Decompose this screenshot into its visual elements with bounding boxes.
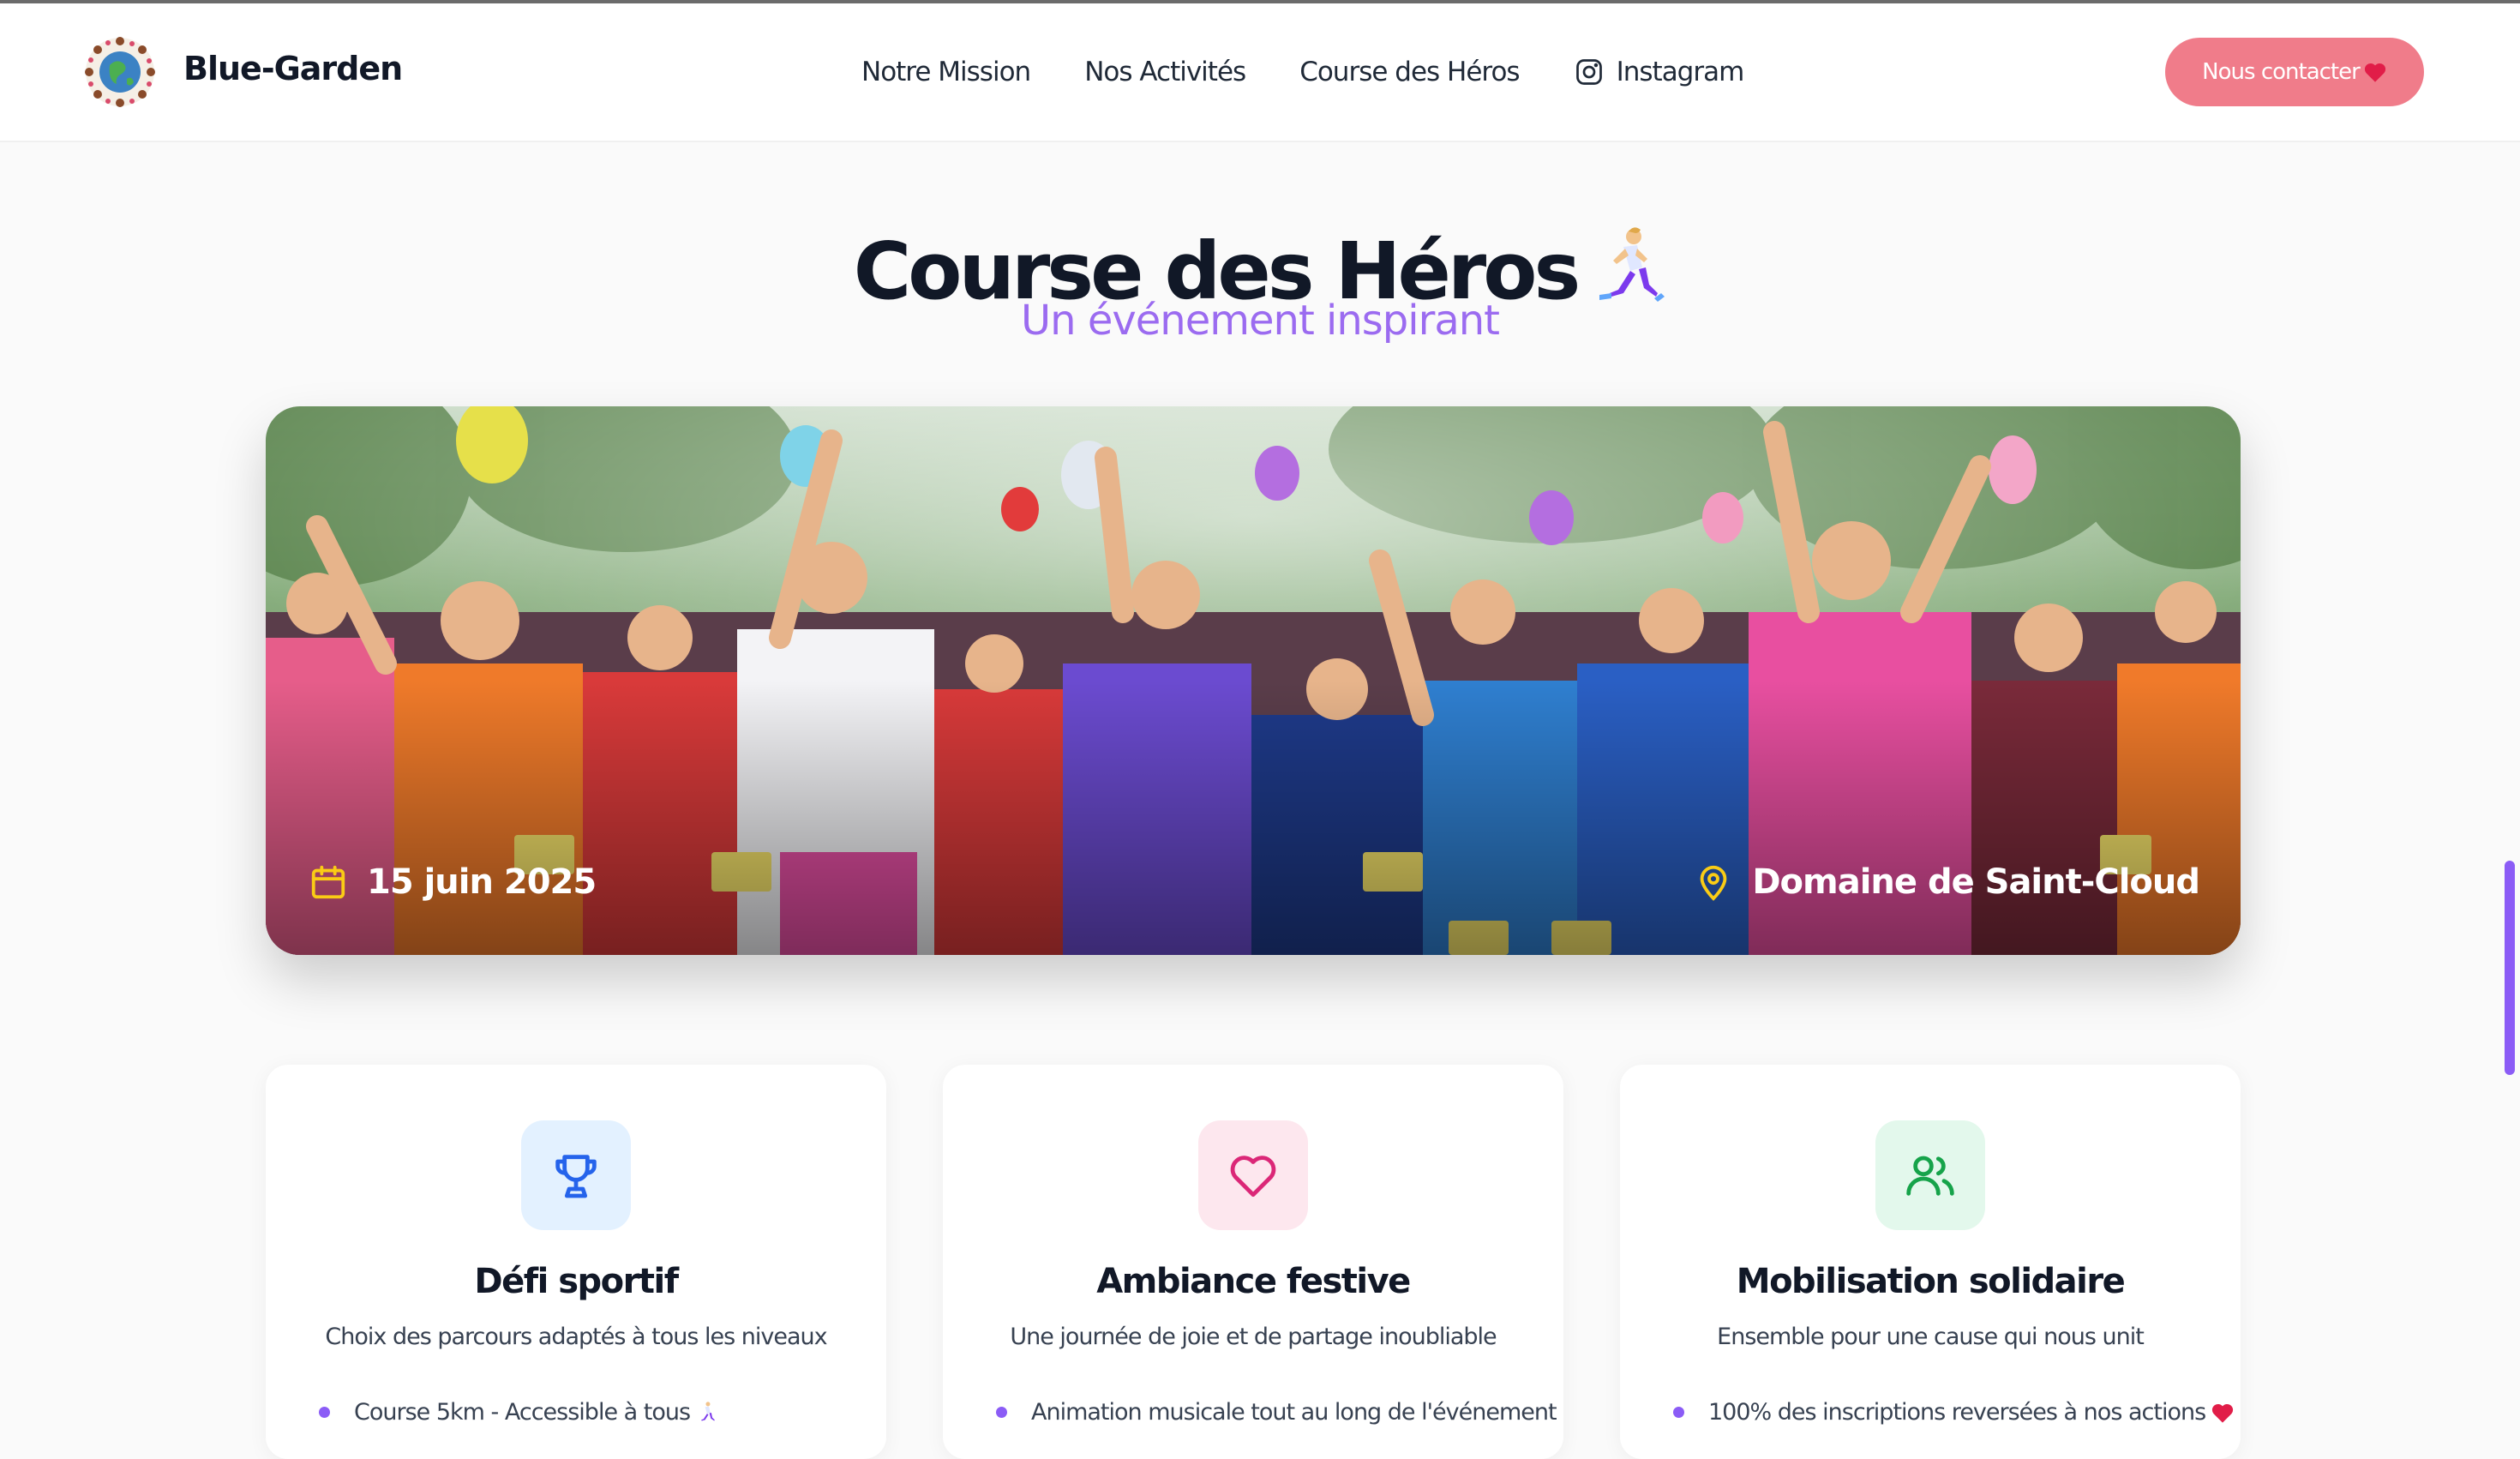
event-location: Domaine de Saint-Cloud <box>1694 862 2200 902</box>
feature-title: Mobilisation solidaire <box>1736 1262 2126 1301</box>
page-scrollbar[interactable] <box>2505 861 2515 1075</box>
feature-bullet: 100% des inscriptions reversées à nos ac… <box>1673 1399 2234 1426</box>
feature-bullet-text: Course 5km - Accessible à tous <box>354 1399 691 1426</box>
heart-icon <box>2363 61 2387 83</box>
feature-bullet: Course 5km - Accessible à tous <box>319 1399 867 1426</box>
heart-icon <box>2211 1402 2235 1424</box>
map-pin-icon <box>1701 865 1727 901</box>
instagram-icon <box>1574 57 1605 87</box>
feature-description: Ensemble pour une cause qui nous unit <box>1717 1324 2145 1350</box>
feature-description: Choix des parcours adaptés à tous les ni… <box>325 1324 827 1350</box>
feature-title: Ambiance festive <box>1096 1262 1411 1301</box>
hero-banner: 15 juin 2025 Domaine de Saint-Cloud <box>266 406 2241 955</box>
feature-bullet-text: 100% des inscriptions reversées à nos ac… <box>1708 1399 2206 1426</box>
runner-icon <box>695 1401 717 1425</box>
bullet-dot <box>319 1407 330 1418</box>
trophy-icon <box>521 1120 631 1230</box>
nav-course-des-heros[interactable]: Course des Héros <box>1299 57 1520 87</box>
brand-name[interactable]: Blue-Garden <box>183 50 403 87</box>
contact-button-label: Nous contacter <box>2202 59 2361 85</box>
feature-title: Défi sportif <box>474 1262 679 1301</box>
nav-instagram-label: Instagram <box>1616 57 1745 87</box>
feature-card-ambiance-festive: Ambiance festive Une journée de joie et … <box>943 1065 1563 1459</box>
nav-instagram[interactable]: Instagram <box>1574 57 1744 87</box>
feature-bullet-text: Animation musicale tout au long de l'évé… <box>1031 1399 1557 1426</box>
feature-description: Une journée de joie et de partage inoubl… <box>1010 1324 1497 1350</box>
heart-icon <box>1198 1120 1308 1230</box>
nav-notre-mission[interactable]: Notre Mission <box>861 57 1031 87</box>
nav-nos-activites[interactable]: Nos Activités <box>1084 57 1246 87</box>
event-date-text: 15 juin 2025 <box>367 862 597 902</box>
calendar-icon <box>311 865 345 899</box>
page-subtitle: Un événement inspirant <box>1021 297 1500 345</box>
navbar: Blue-Garden Notre Mission Nos Activités … <box>0 3 2520 142</box>
bullet-dot <box>1673 1407 1684 1418</box>
bullet-dot <box>996 1407 1007 1418</box>
feature-card-defi-sportif: Défi sportif Choix des parcours adaptés … <box>266 1065 886 1459</box>
contact-button[interactable]: Nous contacter <box>2165 38 2424 106</box>
logo-icon[interactable] <box>84 36 156 108</box>
users-icon <box>1875 1120 1985 1230</box>
feature-bullet: Animation musicale tout au long de l'évé… <box>996 1399 1557 1426</box>
event-date: 15 juin 2025 <box>309 862 597 902</box>
main-nav: Notre Mission Nos Activités Course des H… <box>861 3 1744 141</box>
event-location-text: Domaine de Saint-Cloud <box>1752 862 2200 902</box>
feature-card-mobilisation-solidaire: Mobilisation solidaire Ensemble pour une… <box>1620 1065 2241 1459</box>
